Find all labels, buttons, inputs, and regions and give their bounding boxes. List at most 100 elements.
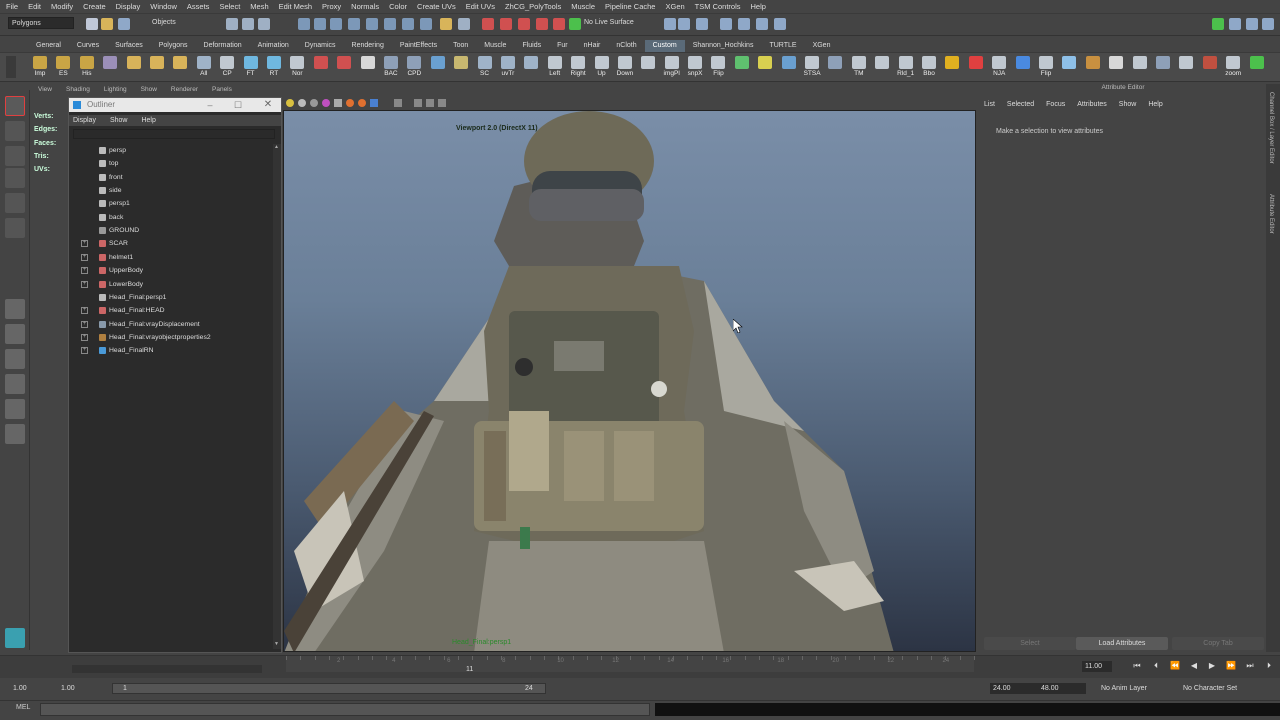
menu-edit-uvs[interactable]: Edit UVs <box>466 2 495 11</box>
hypershade-icon[interactable] <box>482 18 494 30</box>
shelf-button[interactable] <box>168 55 192 80</box>
isolate-select-icon[interactable] <box>394 99 402 107</box>
shelf-button[interactable]: imgPl <box>660 55 684 80</box>
panel-menu-show[interactable]: Show <box>141 86 157 96</box>
shelf-button[interactable] <box>1128 55 1152 80</box>
close-icon[interactable]: ✕ <box>262 99 274 111</box>
shelf-button[interactable] <box>122 55 146 80</box>
attribute-editor-menu-list[interactable]: List <box>984 101 995 108</box>
render-current-icon[interactable] <box>518 18 530 30</box>
scale-tool-icon[interactable] <box>5 218 25 238</box>
expand-icon[interactable]: + <box>81 307 88 315</box>
vray-render-icon[interactable] <box>553 18 565 30</box>
shelf-button[interactable]: Flip <box>706 55 730 80</box>
shadows-icon[interactable] <box>334 99 342 107</box>
menu-pipeline-cache[interactable]: Pipeline Cache <box>605 2 655 11</box>
shelf-button[interactable] <box>1174 55 1198 80</box>
shelf-tab-polygons[interactable]: Polygons <box>151 40 196 52</box>
shelf-tab-fluids[interactable]: Fluids <box>514 40 549 52</box>
shelf-button[interactable]: Down <box>613 55 637 80</box>
shelf-button[interactable] <box>753 55 777 80</box>
shelf-button[interactable] <box>98 55 122 80</box>
select-tool-icon[interactable] <box>5 96 25 116</box>
scroll-up-icon[interactable]: ▲ <box>274 144 280 150</box>
shelf-button[interactable]: RT <box>262 55 286 80</box>
outliner-item[interactable]: side <box>99 184 121 197</box>
panel-menu-lighting[interactable]: Lighting <box>104 86 127 96</box>
outliner-titlebar[interactable]: Outliner <box>69 98 281 112</box>
attribute-editor-toggle-icon[interactable] <box>738 18 750 30</box>
shelf-button[interactable] <box>940 55 964 80</box>
scroll-down-icon[interactable]: ▼ <box>274 641 280 647</box>
shelf-button[interactable]: TM <box>847 55 871 80</box>
smooth-shading-icon[interactable] <box>298 99 306 107</box>
outliner-item[interactable]: UpperBody <box>99 264 143 277</box>
shelf-tab-toon[interactable]: Toon <box>445 40 476 52</box>
expand-icon[interactable]: + <box>81 240 88 248</box>
ipr-render-icon[interactable] <box>440 18 452 30</box>
menu-window[interactable]: Window <box>150 2 177 11</box>
menu-edit[interactable]: Edit <box>28 2 41 11</box>
outliner-item[interactable]: Head_Final:vrayobjectproperties2 <box>99 331 211 344</box>
shelf-button[interactable]: CPD <box>402 55 426 80</box>
outliner-item[interactable]: front <box>99 171 123 184</box>
outliner-item[interactable]: Head_Final:HEAD <box>99 304 165 317</box>
persp-outliner-layout-icon[interactable] <box>5 349 25 369</box>
shelf-button[interactable]: Up <box>590 55 614 80</box>
shelf-button[interactable] <box>332 55 356 80</box>
menu-file[interactable]: File <box>6 2 18 11</box>
select-button[interactable]: Select <box>984 637 1076 650</box>
shelf-button[interactable]: Imp <box>28 55 52 80</box>
shelf-button[interactable]: Bbo <box>917 55 941 80</box>
shelf-button[interactable] <box>870 55 894 80</box>
sidebar-toggle-icon[interactable] <box>696 18 708 30</box>
outliner-filter-input[interactable] <box>73 129 275 139</box>
shelf-button[interactable] <box>1245 55 1269 80</box>
select-hierarchy-icon[interactable] <box>226 18 238 30</box>
menu-normals[interactable]: Normals <box>351 2 379 11</box>
attribute-editor-menu-attributes[interactable]: Attributes <box>1077 101 1107 108</box>
four-view-layout-icon[interactable] <box>5 324 25 344</box>
end-time-field[interactable]: 48.00 <box>1038 683 1086 694</box>
panel-menu-panels[interactable]: Panels <box>212 86 232 96</box>
outliner-menu-display[interactable]: Display <box>73 115 96 126</box>
go-to-end-icon[interactable]: ⏭ <box>1245 661 1255 671</box>
shelf-tab-ncloth[interactable]: nCloth <box>608 40 644 52</box>
depth-of-field-icon[interactable] <box>370 99 378 107</box>
shelf-button[interactable]: ES <box>51 55 75 80</box>
menu-create-uvs[interactable]: Create UVs <box>417 2 456 11</box>
shelf-button[interactable] <box>636 55 660 80</box>
batch-render-icon[interactable] <box>536 18 548 30</box>
xray-icon[interactable] <box>414 99 422 107</box>
outliner-item[interactable]: LowerBody <box>99 278 143 291</box>
panel-menu-view[interactable]: View <box>38 86 52 96</box>
outliner-menu-help[interactable]: Help <box>141 115 155 126</box>
window-panel-icon[interactable] <box>1262 18 1274 30</box>
single-perspective-layout-icon[interactable] <box>5 299 25 319</box>
construction-history-icon[interactable] <box>402 18 414 30</box>
channel-box-tab[interactable]: Channel Box / Layer Editor <box>1268 92 1274 164</box>
persp-hypershade-layout-icon[interactable] <box>5 399 25 419</box>
shelf-tab-muscle[interactable]: Muscle <box>476 40 514 52</box>
shelf-tab-nhair[interactable]: nHair <box>576 40 609 52</box>
selection-mask-dropdown[interactable]: Objects <box>142 17 208 29</box>
menu-muscle[interactable]: Muscle <box>571 2 595 11</box>
shelf-button[interactable] <box>449 55 473 80</box>
quick-layout-icon[interactable] <box>5 628 25 648</box>
save-scene-icon[interactable] <box>118 18 130 30</box>
menu-xgen[interactable]: XGen <box>665 2 684 11</box>
shelf-button[interactable] <box>730 55 754 80</box>
shelf-button[interactable] <box>145 55 169 80</box>
snap-curve-icon[interactable] <box>314 18 326 30</box>
shelf-tab-animation[interactable]: Animation <box>250 40 297 52</box>
menu-create[interactable]: Create <box>83 2 106 11</box>
menu-color[interactable]: Color <box>389 2 407 11</box>
menu-set-dropdown[interactable]: Polygons <box>8 17 74 29</box>
start-range-field[interactable]: 1.00 <box>58 683 96 694</box>
render-view-icon[interactable] <box>500 18 512 30</box>
paint-select-tool-icon[interactable] <box>5 146 25 166</box>
shelf-button[interactable]: zoom <box>1221 55 1245 80</box>
shelf-button[interactable] <box>1151 55 1175 80</box>
shelf-button[interactable] <box>426 55 450 80</box>
shelf-button[interactable]: uvTr <box>496 55 520 80</box>
